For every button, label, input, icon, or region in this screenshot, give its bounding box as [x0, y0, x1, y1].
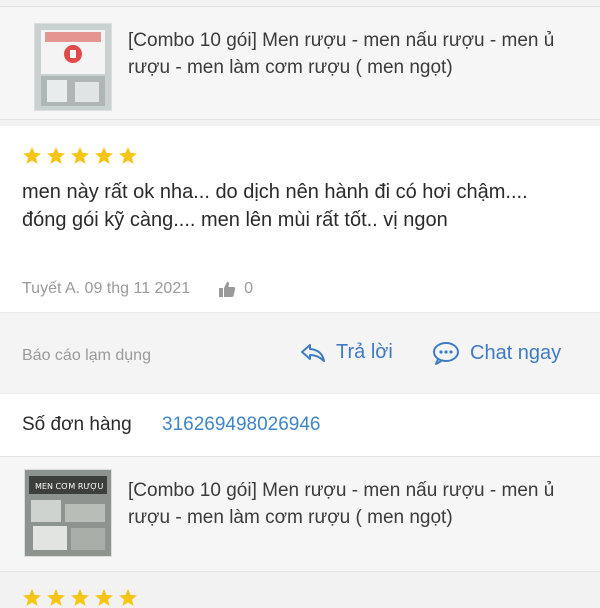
product-title[interactable]: [Combo 10 gói] Men rượu - men nấu rượu -… — [128, 477, 578, 531]
order-row: Số đơn hàng 316269498026946 — [0, 394, 600, 456]
star-icon — [95, 589, 113, 606]
chat-now-label: Chat ngay — [470, 341, 562, 364]
star-icon — [47, 147, 65, 164]
product-thumbnail[interactable]: MEN CƠM RƯỢU — [24, 469, 112, 557]
star-icon — [23, 147, 41, 164]
product-card[interactable]: MEN CƠM RƯỢU [Combo 10 gói] Men rượu - m… — [0, 456, 600, 572]
review-text: men này rất ok nha... do dịch nên hành đ… — [22, 181, 528, 231]
star-icon — [119, 147, 137, 164]
star-icon — [23, 589, 41, 606]
like-button[interactable]: 0 — [218, 280, 253, 298]
star-icon — [47, 589, 65, 606]
star-icon — [119, 589, 137, 606]
review-actions: Báo cáo lạm dụng Trả lời Chat ngay — [0, 312, 600, 394]
reply-icon — [301, 343, 325, 362]
order-number-link[interactable]: 316269498026946 — [162, 414, 321, 436]
product-thumbnail[interactable] — [34, 23, 112, 111]
reply-button[interactable]: Trả lời — [300, 341, 393, 364]
product-title[interactable]: [Combo 10 gói] Men rượu - men nấu rượu -… — [128, 27, 578, 81]
rating-stars — [22, 146, 138, 166]
star-icon — [95, 147, 113, 164]
product-image — [35, 24, 111, 110]
order-number-label: Số đơn hàng — [22, 414, 132, 435]
reply-label: Trả lời — [336, 341, 393, 363]
product-card[interactable]: [Combo 10 gói] Men rượu - men nấu rượu -… — [0, 6, 600, 120]
rating-stars — [22, 588, 138, 608]
like-count: 0 — [244, 280, 254, 297]
star-icon — [71, 589, 89, 606]
thumbs-up-icon — [219, 281, 236, 297]
thumbnail-label: MEN CƠM RƯỢU — [35, 482, 104, 491]
chat-bubble-icon — [433, 342, 459, 365]
review-author-date: Tuyết A. 09 thg 11 2021 — [22, 280, 191, 297]
review-meta: Tuyết A. 09 thg 11 2021 0 — [22, 280, 253, 298]
star-icon — [71, 147, 89, 164]
product-image: MEN CƠM RƯỢU — [25, 470, 111, 556]
report-abuse-link[interactable]: Báo cáo lạm dụng — [22, 347, 151, 365]
review-card: men này rất ok nha... do dịch nên hành đ… — [0, 126, 600, 312]
chat-now-button[interactable]: Chat ngay — [432, 341, 561, 365]
